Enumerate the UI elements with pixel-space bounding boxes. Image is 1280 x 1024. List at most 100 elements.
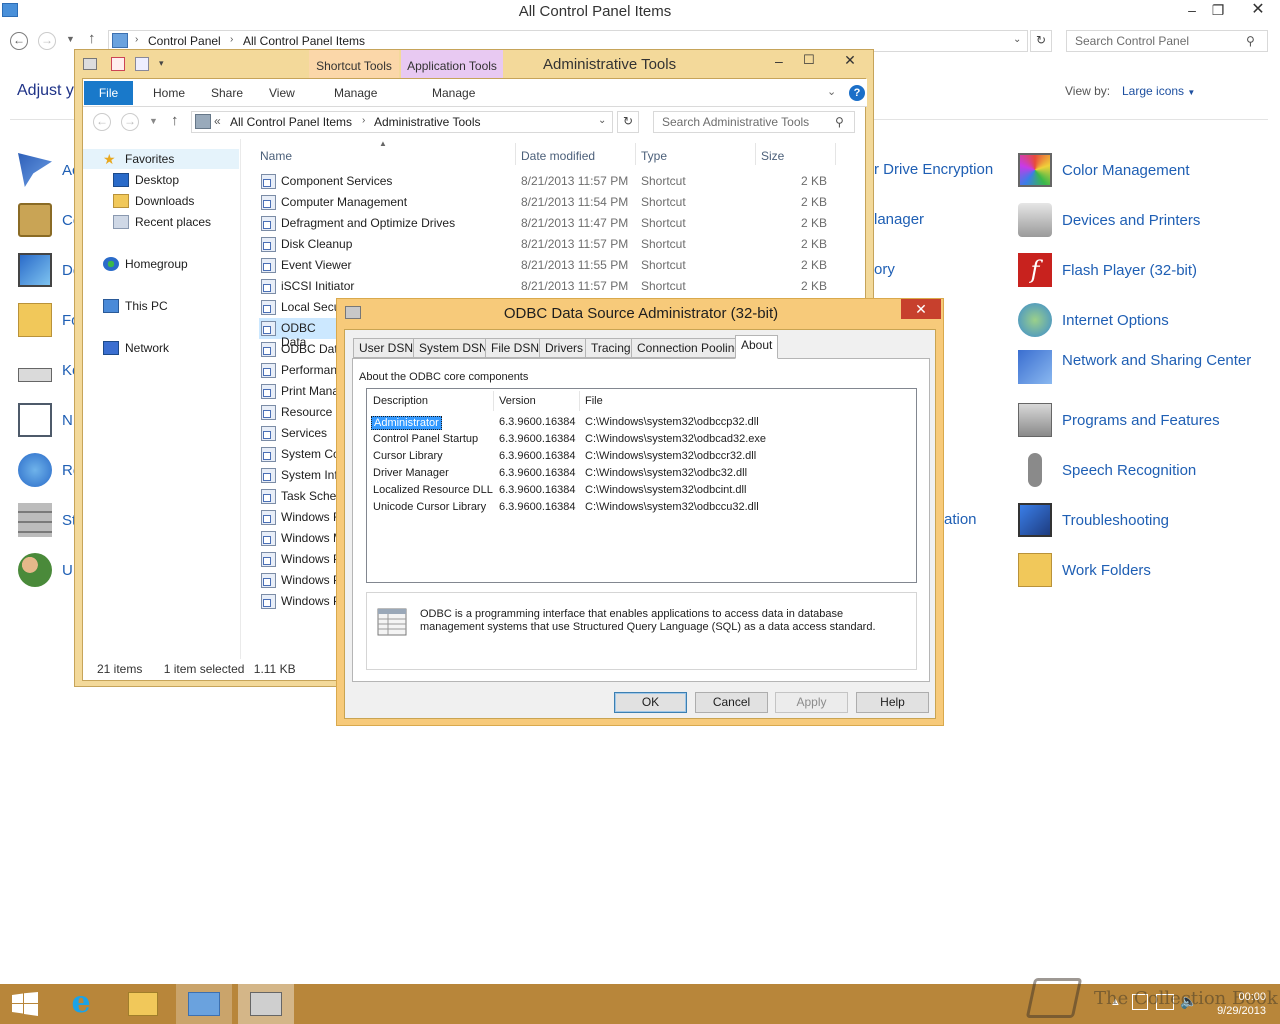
cp-item-storage-spaces[interactable]: St [18, 500, 78, 540]
cp-item-history-fragment[interactable]: ory [874, 261, 895, 278]
refresh-icon[interactable]: ↻ [617, 111, 639, 133]
tree-item-desktop[interactable]: Desktop [113, 170, 179, 190]
tab-user-dsn[interactable]: User DSN [353, 338, 420, 358]
tree-item-this-pc[interactable]: This PC [103, 296, 168, 316]
admin-tools-search-input[interactable]: Search Administrative Tools [653, 111, 855, 133]
tab-tracing[interactable]: Tracing [585, 338, 637, 358]
cp-item-region[interactable]: Re [18, 450, 78, 490]
column-header-name[interactable]: Name [260, 149, 292, 163]
tab-drivers[interactable]: Drivers [539, 338, 589, 358]
column-header-type[interactable]: Type [641, 149, 667, 163]
quick-access-customize-chevron-icon[interactable]: ▾ [159, 58, 164, 69]
list-header-file[interactable]: File [585, 395, 603, 407]
up-arrow-icon[interactable]: ↑ [88, 30, 96, 47]
tree-item-favorites[interactable]: ★ Favorites [83, 149, 239, 169]
file-row[interactable]: Event Viewer 8/21/2013 11:55 PM Shortcut 2 … [259, 255, 829, 276]
file-row[interactable]: Component Services 8/21/2013 11:57 PM Shor… [259, 171, 829, 192]
tab-file-dsn[interactable]: File DSN [485, 338, 546, 358]
help-button[interactable]: Help [856, 692, 929, 713]
list-item[interactable]: Control Panel Startup 6.3.9600.16384 C:\Wi… [367, 431, 916, 448]
ribbon-tab-manage-shortcut[interactable]: Manage [334, 86, 377, 100]
search-icon[interactable]: ⚲ [1246, 34, 1255, 48]
cp-item-color-management[interactable]: Color Management [1018, 150, 1258, 190]
tree-item-homegroup[interactable]: Homegroup [103, 254, 188, 274]
cp-item-troubleshooting[interactable]: Troubleshooting [1018, 500, 1258, 540]
tray-clock[interactable]: 00:00 9/29/2013 [1206, 990, 1266, 1018]
ribbon-tab-view[interactable]: View [269, 86, 295, 100]
cp-item-sync-center-fragment[interactable]: ation [944, 511, 977, 528]
restore-button[interactable]: ❐ [1204, 0, 1232, 22]
apply-button[interactable]: Apply [775, 692, 848, 713]
cp-item-programs-features[interactable]: Programs and Features [1018, 400, 1258, 440]
address-dropdown-chevron-icon[interactable]: ⌄ [1013, 34, 1021, 45]
help-icon[interactable]: ? [849, 85, 865, 101]
ok-button[interactable]: OK [614, 692, 687, 713]
close-button[interactable]: ✕ [901, 299, 941, 319]
cp-item-user-accounts[interactable]: U [18, 550, 78, 590]
tree-item-network[interactable]: Network [103, 338, 169, 358]
taskbar-control-panel[interactable] [176, 984, 232, 1024]
cp-item-device-manager-fragment[interactable]: lanager [874, 211, 924, 228]
file-row[interactable]: Disk Cleanup 8/21/2013 11:57 PM Shortcut 2 … [259, 234, 829, 255]
close-button[interactable]: ✕ [831, 50, 869, 70]
column-header-size[interactable]: Size [761, 149, 784, 163]
cp-item-action-center[interactable]: Ac [18, 150, 78, 190]
minimize-button[interactable]: – [775, 53, 783, 69]
recent-locations-chevron-icon[interactable]: ▼ [149, 116, 158, 126]
tab-about[interactable]: About [735, 335, 779, 359]
quick-access-new-icon[interactable] [111, 57, 125, 71]
admin-tools-address-bar[interactable]: « All Control Panel Items › Administrati… [191, 111, 613, 133]
start-button[interactable] [0, 984, 56, 1024]
file-row[interactable]: Computer Management 8/21/2013 11:54 PM Sho… [259, 192, 829, 213]
file-row-selected[interactable]: ODBC Data [259, 318, 339, 349]
column-separator[interactable] [835, 143, 836, 165]
list-item[interactable]: Driver Manager 6.3.9600.16384 C:\Windows\s… [367, 465, 916, 482]
ribbon-tab-file[interactable]: File [84, 81, 133, 105]
column-header-date-modified[interactable]: Date modified [521, 149, 595, 163]
taskbar-internet-explorer[interactable]: e [54, 984, 110, 1024]
list-header-version[interactable]: Version [499, 395, 536, 407]
refresh-icon[interactable]: ↻ [1030, 30, 1052, 52]
tab-connection-pooling[interactable]: Connection Pooling [631, 338, 748, 358]
breadcrumb-all-items[interactable]: All Control Panel Items [243, 34, 365, 48]
cancel-button[interactable]: Cancel [695, 692, 768, 713]
list-item[interactable]: Unicode Cursor Library 6.3.9600.16384 C:\W… [367, 499, 916, 516]
list-column-separator[interactable] [579, 391, 580, 411]
list-column-separator[interactable] [493, 391, 494, 411]
address-dropdown-chevron-icon[interactable]: ⌄ [598, 115, 606, 126]
column-separator[interactable] [515, 143, 516, 165]
forward-arrow-icon[interactable]: → [38, 32, 56, 50]
ribbon-tab-share[interactable]: Share [211, 86, 243, 100]
breadcrumb-control-panel[interactable]: Control Panel [148, 34, 221, 48]
cp-item-work-folders[interactable]: Work Folders [1018, 550, 1258, 590]
taskbar-odbc-administrator[interactable] [238, 984, 294, 1024]
file-row[interactable]: Defragment and Optimize Drives 8/21/2013 … [259, 213, 829, 234]
cp-item-keyboard[interactable]: Ke [18, 350, 78, 390]
cp-item-notification-area[interactable]: N [18, 400, 78, 440]
minimize-button[interactable]: – [1178, 0, 1206, 22]
cp-item-network-sharing[interactable]: Network and Sharing Center [1018, 350, 1258, 392]
breadcrumb-overflow-icon[interactable]: « [214, 114, 221, 128]
list-item[interactable]: Localized Resource DLL 6.3.9600.16384 C:\W… [367, 482, 916, 499]
list-item[interactable]: Cursor Library 6.3.9600.16384 C:\Windows\s… [367, 448, 916, 465]
recent-locations-chevron-icon[interactable]: ▼ [66, 34, 75, 44]
taskbar-file-explorer[interactable] [115, 984, 171, 1024]
components-list[interactable]: Description Version File Administrator 6.… [366, 388, 917, 583]
back-arrow-icon[interactable]: ← [10, 32, 28, 50]
search-icon[interactable]: ⚲ [835, 115, 844, 129]
ribbon-tab-home[interactable]: Home [153, 86, 185, 100]
cp-item-internet-options[interactable]: Internet Options [1018, 300, 1258, 340]
breadcrumb-admin-tools[interactable]: Administrative Tools [374, 115, 481, 129]
column-separator[interactable] [635, 143, 636, 165]
cp-item-devices-printers[interactable]: Devices and Printers [1018, 200, 1258, 240]
tab-system-dsn[interactable]: System DSN [413, 338, 494, 358]
column-separator[interactable] [755, 143, 756, 165]
forward-arrow-icon[interactable]: → [121, 113, 139, 131]
close-button[interactable]: ✕ [1240, 0, 1276, 22]
control-panel-search-input[interactable]: Search Control Panel [1066, 30, 1268, 52]
maximize-button[interactable]: ☐ [803, 52, 815, 68]
quick-access-properties-icon[interactable] [83, 58, 97, 70]
cp-item-credential-manager[interactable]: Co [18, 200, 78, 240]
ribbon-expand-chevron-icon[interactable]: ⌄ [827, 85, 836, 98]
cp-item-speech-recognition[interactable]: Speech Recognition [1018, 450, 1258, 490]
